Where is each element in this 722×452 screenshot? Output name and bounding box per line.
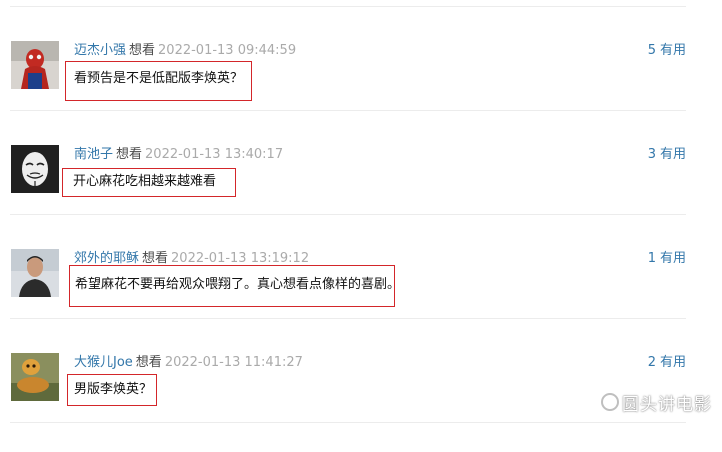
comment-divider (10, 318, 686, 319)
username-link[interactable]: 大猴儿Joe (74, 355, 133, 370)
useful-label: 有用 (659, 251, 686, 266)
avatar[interactable] (11, 353, 59, 401)
comment-time: 2022-01-13 13:40:17 (145, 147, 284, 162)
comment-content: 男版李焕英？ (74, 382, 153, 397)
comment-item: 迈杰小强 想看 2022-01-13 09:44:59 5 有用 看预告是不是低配版李… (0, 40, 722, 140)
useful-count: 2 (647, 355, 656, 370)
watermark: 圆头讲电影 (601, 390, 712, 415)
comment-meta: 南池子 想看 2022-01-13 13:40:17 (74, 146, 283, 164)
highlight-box: 开心麻花吃相越来越难看 (62, 168, 236, 197)
comment-content: 看预告是不是低配版李焕英？ (74, 71, 244, 86)
comment-time: 2022-01-13 11:41:27 (164, 355, 303, 370)
useful-vote-button[interactable]: 3 有用 (648, 146, 686, 164)
comment-time: 2022-01-13 09:44:59 (158, 43, 297, 58)
watermark-logo-icon (601, 393, 619, 411)
useful-count: 5 (647, 43, 656, 58)
useful-label: 有用 (659, 43, 686, 58)
rating-status: 想看 (129, 43, 156, 58)
comment-time: 2022-01-13 13:19:12 (171, 251, 310, 266)
useful-label: 有用 (659, 147, 686, 162)
useful-count: 3 (647, 147, 656, 162)
comment-divider (10, 214, 686, 215)
username-link[interactable]: 郊外的耶稣 (74, 251, 139, 266)
avatar[interactable] (11, 41, 59, 89)
comment-meta: 迈杰小强 想看 2022-01-13 09:44:59 (74, 42, 296, 60)
avatar[interactable] (11, 249, 59, 297)
watermark-text: 圆头讲电影 (622, 395, 712, 415)
top-divider (10, 6, 686, 7)
highlight-box: 希望麻花不要再给观众喂翔了。真心想看点像样的喜剧。 (69, 265, 400, 307)
comment-content: 希望麻花不要再给观众喂翔了。真心想看点像样的喜剧。 (75, 277, 401, 292)
useful-vote-button[interactable]: 1 有用 (648, 250, 686, 268)
comment-divider (10, 110, 686, 111)
comment-content: 开心麻花吃相越来越难看 (73, 174, 217, 189)
highlight-box: 看预告是不是低配版李焕英？ (65, 61, 252, 101)
username-link[interactable]: 南池子 (74, 147, 113, 162)
username-link[interactable]: 迈杰小强 (74, 43, 126, 58)
comment-meta: 大猴儿Joe 想看 2022-01-13 11:41:27 (74, 354, 303, 372)
comment-divider (10, 422, 686, 423)
rating-status: 想看 (135, 355, 162, 370)
comment-item: 南池子 想看 2022-01-13 13:40:17 3 有用 开心麻花吃相越来越难看 (0, 144, 722, 244)
rating-status: 想看 (116, 147, 143, 162)
comment-item: 郊外的耶稣 想看 2022-01-13 13:19:12 1 有用 希望麻花不要再给观… (0, 248, 722, 348)
avatar[interactable] (11, 145, 59, 193)
useful-count: 1 (647, 251, 656, 266)
highlight-box: 男版李焕英？ (67, 374, 157, 406)
useful-vote-button[interactable]: 2 有用 (648, 354, 686, 372)
useful-label: 有用 (659, 355, 686, 370)
rating-status: 想看 (142, 251, 169, 266)
useful-vote-button[interactable]: 5 有用 (648, 42, 686, 60)
